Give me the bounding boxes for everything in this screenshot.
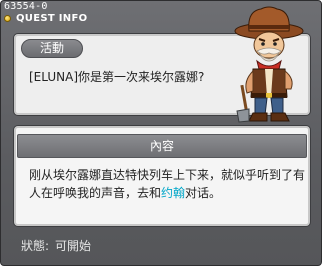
status-row: 狀態: 可開始 — [21, 237, 97, 254]
title-row: QUEST INFO — [4, 11, 87, 25]
window-title: QUEST INFO — [16, 12, 88, 24]
gold-dot-icon — [4, 14, 11, 22]
status-value: 可開始 — [55, 239, 92, 253]
content-header: 內容 — [17, 134, 307, 158]
npc-name-link[interactable]: 约翰 — [161, 186, 185, 200]
cowboy-npc-portrait — [234, 6, 304, 123]
quest-info-window: 63554-0 QUEST INFO 活動 [ELUNA]你是第一次来埃尔露娜?… — [0, 0, 322, 266]
status-label: 狀態: — [21, 239, 50, 253]
npc-greeting: [ELUNA]你是第一次来埃尔露娜? — [29, 70, 205, 84]
quest-description-text-2: 对话。 — [185, 186, 222, 200]
quest-description: 刚从埃尔露娜直达特快列车上下来，就似乎听到了有人在呼唤我的声音，去和约翰对话。 — [29, 166, 309, 202]
activity-tag: 活動 — [21, 39, 83, 58]
